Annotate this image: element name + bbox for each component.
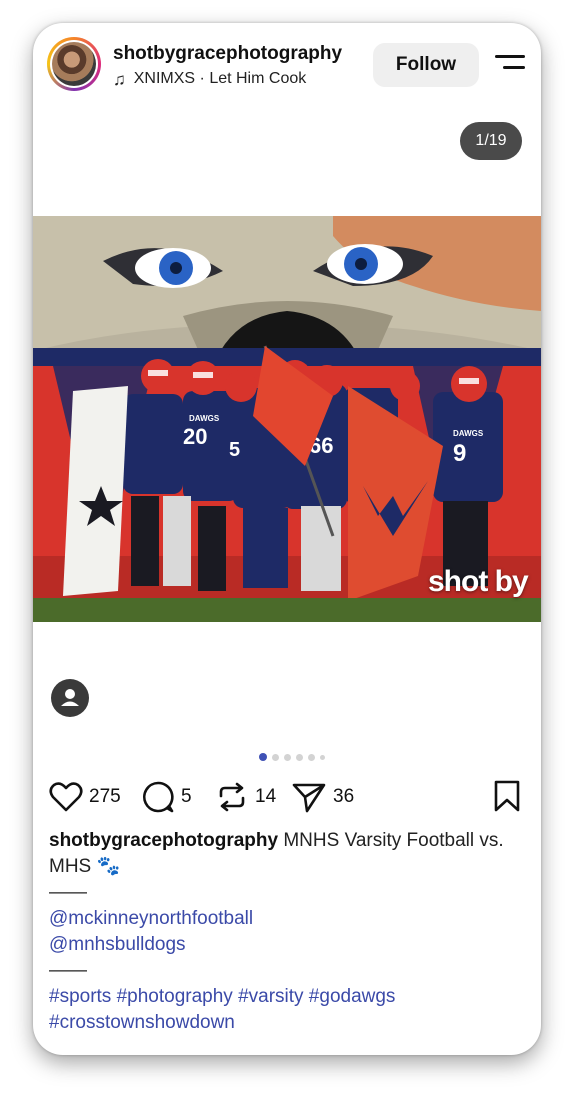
music-track: XNIMXS · Let Him Cook — [133, 70, 307, 87]
mention-link[interactable]: @mnhsbulldogs — [49, 932, 519, 958]
follow-button[interactable]: Follow — [373, 43, 479, 87]
svg-text:5: 5 — [229, 439, 240, 461]
carousel-dot — [272, 753, 279, 761]
carousel-dot — [296, 753, 303, 761]
caption-separator: —— — [49, 960, 87, 981]
post-header: shotbygracephotography ♫ XNIMXS · Let Hi… — [33, 23, 541, 113]
share-count: 36 — [333, 786, 355, 807]
mention-link[interactable]: @mckinneynorthfootball — [49, 906, 519, 932]
repost-action[interactable]: 14 — [215, 779, 276, 815]
svg-text:9: 9 — [453, 440, 466, 467]
post-photo[interactable]: 20 5 66 9 DAWGS DAWGS — [33, 216, 541, 622]
post-photo-art: 20 5 66 9 DAWGS DAWGS — [33, 216, 541, 622]
svg-text:20: 20 — [183, 424, 207, 449]
comment-icon — [142, 781, 174, 813]
action-bar: 275 5 14 36 — [49, 779, 529, 815]
avatar-photo — [52, 42, 96, 86]
like-action[interactable]: 275 — [49, 779, 121, 815]
person-icon — [61, 689, 79, 706]
repost-count: 14 — [255, 786, 277, 807]
share-action[interactable]: 36 — [291, 779, 354, 815]
comment-action[interactable]: 5 — [141, 779, 192, 815]
svg-text:DAWGS: DAWGS — [189, 414, 220, 423]
music-info[interactable]: ♫ XNIMXS · Let Him Cook — [113, 70, 306, 88]
carousel-counter: 1/19 — [460, 122, 522, 160]
caption-line: shotbygracephotography MNHS Varsity Foot… — [49, 828, 519, 880]
bookmark-icon — [494, 780, 520, 812]
comment-count: 5 — [181, 786, 192, 807]
avatar[interactable] — [47, 37, 101, 91]
hashtags[interactable]: #sports #photography #varsity #godawgs — [49, 984, 519, 1010]
music-note-icon: ♫ — [113, 69, 126, 89]
svg-text:DAWGS: DAWGS — [453, 429, 484, 438]
username[interactable]: shotbygracephotography — [113, 43, 342, 65]
post-caption: shotbygracephotography MNHS Varsity Foot… — [49, 828, 519, 1036]
carousel-dot — [308, 753, 315, 761]
hashtags[interactable]: #crosstownshowdown — [49, 1010, 519, 1036]
carousel-dot — [284, 753, 291, 761]
repost-icon — [219, 782, 245, 812]
tagged-people-button[interactable] — [51, 679, 89, 717]
like-count: 275 — [89, 786, 121, 807]
caption-username[interactable]: shotbygracephotography — [49, 830, 278, 851]
send-icon — [292, 783, 326, 813]
carousel-dot — [259, 753, 267, 761]
menu-icon[interactable] — [495, 55, 525, 75]
carousel-dot — [320, 754, 325, 760]
photo-watermark: shot by — [428, 565, 529, 598]
heart-icon — [49, 782, 83, 812]
phone-frame: shotbygracephotography ♫ XNIMXS · Let Hi… — [33, 23, 541, 1055]
save-button[interactable] — [493, 779, 521, 818]
caption-separator: —— — [49, 882, 87, 903]
avatar-border — [50, 40, 98, 88]
carousel-dots — [259, 753, 325, 761]
